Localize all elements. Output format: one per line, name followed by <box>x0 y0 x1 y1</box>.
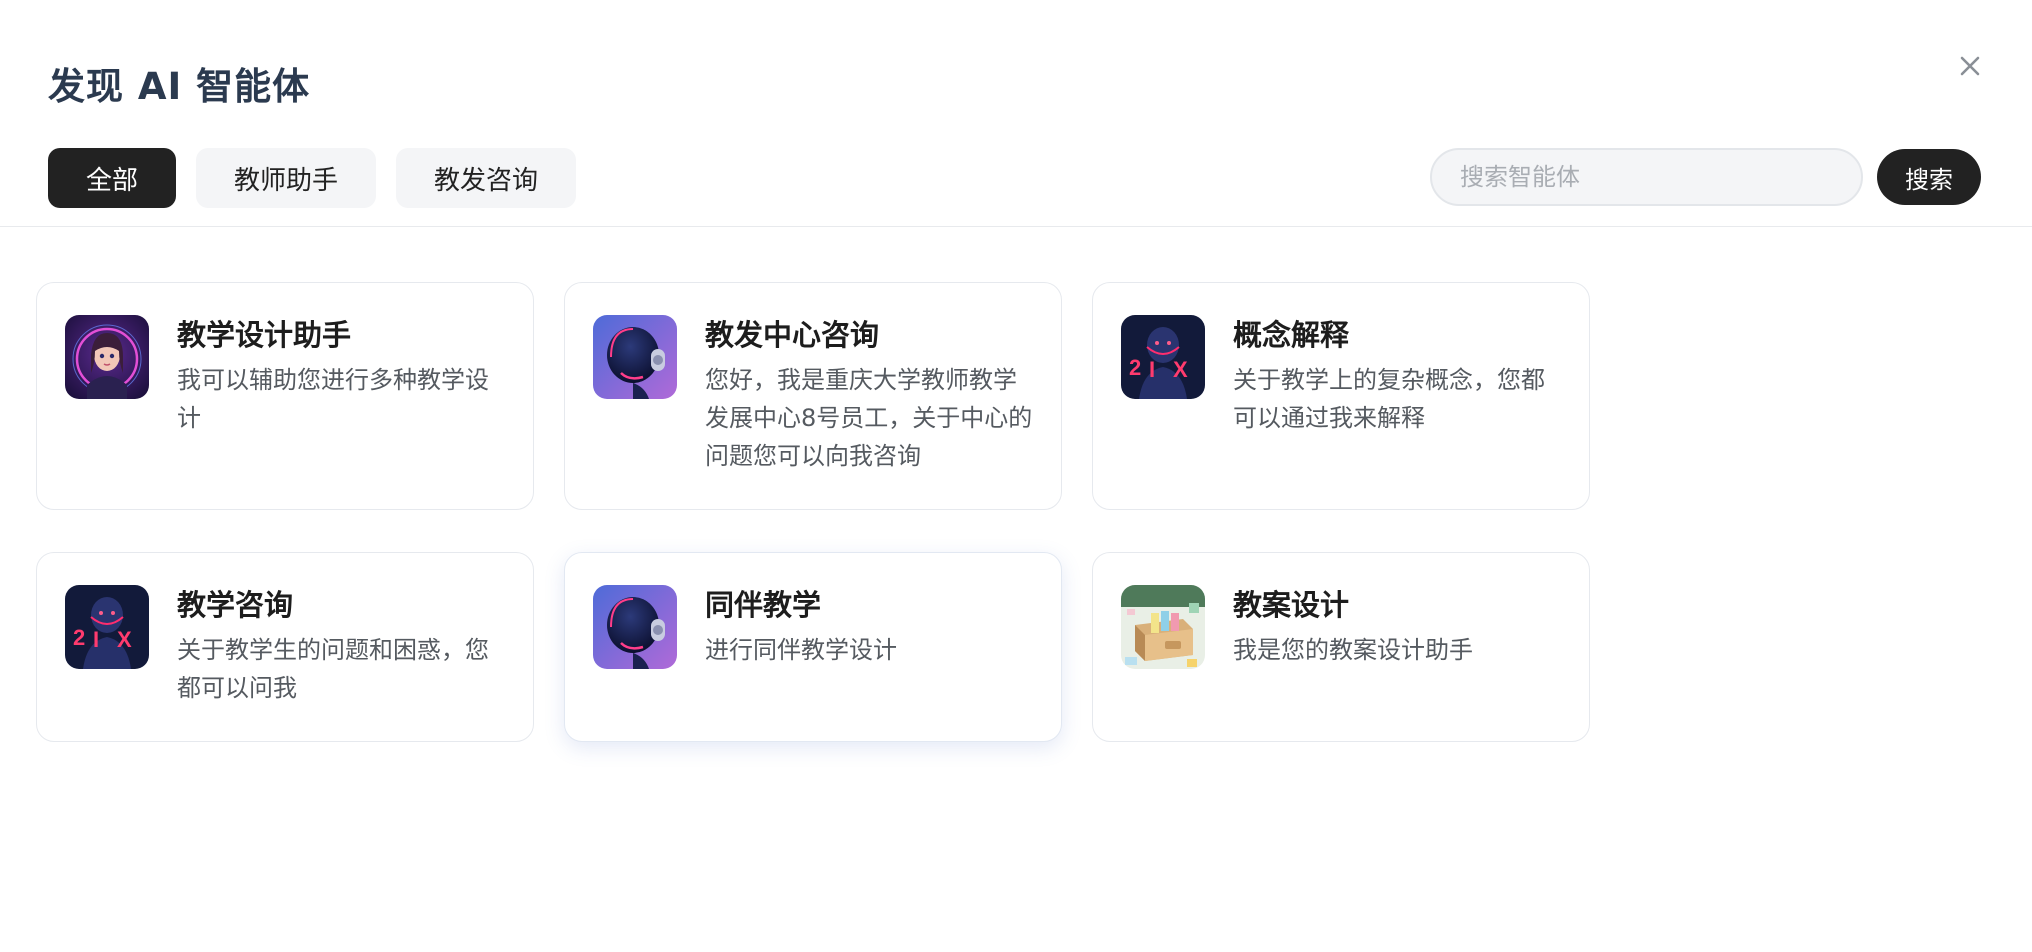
svg-text:I: I <box>93 627 99 652</box>
svg-text:I: I <box>1149 357 1155 382</box>
svg-text:2: 2 <box>73 625 85 650</box>
category-tabs: 全部 教师助手 教发咨询 <box>48 148 577 208</box>
svg-text:X: X <box>1173 357 1188 382</box>
agent-title: 概念解释 <box>1233 318 1350 352</box>
agent-title: 同伴教学 <box>705 588 822 622</box>
neon-robot-avatar-icon: 2 I X <box>65 585 149 669</box>
robot-headphones-avatar-icon <box>593 585 677 669</box>
tab-teacher-assistant[interactable]: 教师助手 <box>196 148 377 208</box>
search-button[interactable]: 搜索 <box>1877 149 1981 205</box>
agent-description: 我是您的教案设计助手 <box>1233 636 1473 664</box>
agent-title: 教发中心咨询 <box>705 318 880 352</box>
anime-girl-avatar-icon <box>65 315 149 399</box>
agent-title: 教案设计 <box>1233 588 1350 622</box>
agent-card-lesson-plan-design[interactable]: 教案设计 我是您的教案设计助手 <box>1092 552 1590 742</box>
svg-text:2: 2 <box>1129 355 1141 380</box>
close-icon <box>1960 56 1980 76</box>
close-button[interactable] <box>1952 48 1988 84</box>
agent-description: 关于教学生的问题和困惑，您都可以问我 <box>177 636 489 702</box>
dialog-title: 发现 AI 智能体 <box>48 65 311 108</box>
agent-title: 教学设计助手 <box>177 318 352 352</box>
agent-grid: 教学设计助手 我可以辅助您进行多种教学设计 教发中心咨询 您好，我是重庆大学教师… <box>36 282 1590 742</box>
robot-headphones-avatar-icon <box>593 315 677 399</box>
agent-card-teaching-consult[interactable]: 2 I X 教学咨询 关于教学生的问题和困惑，您都可以问我 <box>36 552 534 742</box>
agent-description: 我可以辅助您进行多种教学设计 <box>177 366 489 432</box>
tab-faculty-development-consult[interactable]: 教发咨询 <box>396 148 577 208</box>
agent-card-peer-teaching[interactable]: 同伴教学 进行同伴教学设计 <box>564 552 1062 742</box>
header-divider <box>0 226 2032 227</box>
neon-robot-avatar-icon: 2 I X <box>1121 315 1205 399</box>
agent-description: 关于教学上的复杂概念，您都可以通过我来解释 <box>1233 366 1545 432</box>
discover-agents-dialog: 发现 AI 智能体 全部 教师助手 教发咨询 搜索智能体 搜索 教学设计助手 我… <box>0 0 2032 952</box>
search-input[interactable] <box>1430 148 1863 206</box>
agent-title: 教学咨询 <box>177 588 294 622</box>
agent-description: 进行同伴教学设计 <box>705 636 897 664</box>
tab-all[interactable]: 全部 <box>48 148 177 208</box>
agent-card-concept-explanation[interactable]: 2 I X 概念解释 关于教学上的复杂概念，您都可以通过我来解释 <box>1092 282 1590 510</box>
search-bar: 搜索 <box>1430 148 1981 206</box>
svg-text:X: X <box>117 627 132 652</box>
agent-card-faculty-center-consult[interactable]: 教发中心咨询 您好，我是重庆大学教师教学发展中心8号员工，关于中心的问题您可以向… <box>564 282 1062 510</box>
agent-description: 您好，我是重庆大学教师教学发展中心8号员工，关于中心的问题您可以向我咨询 <box>705 366 1033 470</box>
file-box-avatar-icon <box>1121 585 1205 669</box>
agent-card-teaching-design[interactable]: 教学设计助手 我可以辅助您进行多种教学设计 <box>36 282 534 510</box>
